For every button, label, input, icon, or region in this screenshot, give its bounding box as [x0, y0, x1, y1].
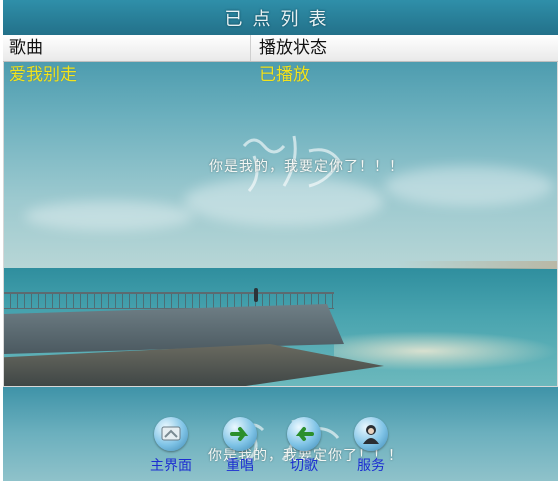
- next-song-label: 切歌: [290, 458, 318, 474]
- cloud-image: [24, 201, 194, 231]
- overlay-caption: 你是我的，我要定你了！！！: [209, 159, 404, 175]
- title-bar: 已点列表: [3, 0, 558, 35]
- replay-button[interactable]: 重唱: [215, 417, 265, 477]
- play-status-cell: 已播放: [259, 65, 310, 85]
- service-label: 服务: [357, 458, 385, 474]
- bottom-toolbar: 你是我的，我要定你了！！！ 主界面 重唱 切歌 服务: [3, 387, 558, 481]
- column-header-song[interactable]: 歌曲: [3, 35, 251, 61]
- cloud-image: [384, 166, 554, 206]
- song-name-cell: 爱我别走: [9, 65, 77, 85]
- column-header-status[interactable]: 播放状态: [251, 35, 558, 61]
- replay-label: 重唱: [226, 458, 254, 474]
- main-menu-label: 主界面: [150, 458, 192, 474]
- window-title: 已点列表: [224, 8, 337, 30]
- person-figure: [254, 288, 258, 302]
- replay-arrow-icon: [223, 417, 257, 451]
- skip-arrow-icon: [287, 417, 321, 451]
- table-header: 歌曲 播放状态: [3, 35, 558, 62]
- table-row[interactable]: 爱我别走 已播放: [3, 62, 558, 88]
- waiter-icon: [354, 417, 388, 451]
- next-song-button[interactable]: 切歌: [279, 417, 329, 477]
- service-button[interactable]: 服务: [346, 417, 396, 477]
- main-menu-button[interactable]: 主界面: [146, 417, 196, 477]
- home-screen-icon: [154, 417, 188, 451]
- distant-coast-image: [397, 261, 557, 269]
- song-table: 爱我别走 已播放: [3, 62, 558, 88]
- song-list-window: 已点列表 你是我的，我要定你了！！！ 歌曲 播放状态 爱我别走 已播放 你是我的…: [3, 0, 558, 481]
